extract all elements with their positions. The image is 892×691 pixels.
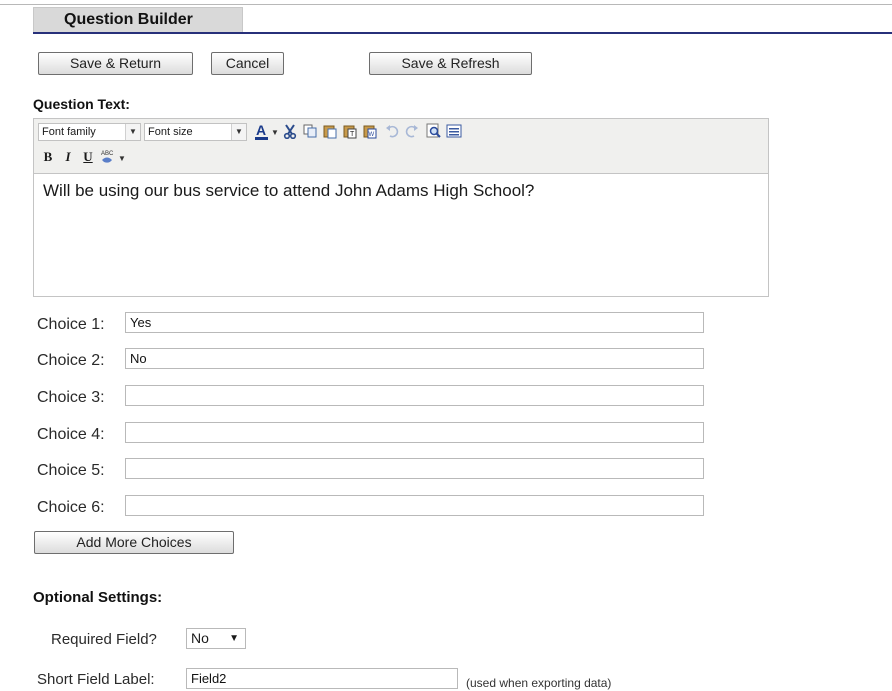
short-field-label: Short Field Label: (37, 671, 155, 688)
choice-1-input[interactable] (125, 312, 704, 333)
editor-toolbar: Font family ▼ Font size ▼ A ▼ T W B I U … (34, 119, 768, 174)
bold-icon[interactable]: B (40, 149, 56, 165)
page-title: Question Builder (64, 11, 193, 28)
svg-text:▼: ▼ (271, 128, 278, 137)
choice-2-input[interactable] (125, 348, 704, 369)
undo-icon[interactable] (384, 123, 400, 139)
required-field-value: No (191, 630, 209, 646)
choice-4-input[interactable] (125, 422, 704, 443)
font-size-label: Font size (148, 126, 193, 138)
optional-settings-heading: Optional Settings: (33, 589, 163, 606)
spellcheck-icon[interactable]: ABC ▼ (100, 149, 126, 165)
svg-text:W: W (369, 132, 375, 138)
question-text-label: Question Text: (33, 96, 130, 112)
save-return-button[interactable]: Save & Return (38, 52, 193, 75)
font-family-select[interactable]: Font family ▼ (38, 123, 141, 141)
add-more-choices-button[interactable]: Add More Choices (34, 531, 234, 554)
choice-label-1: Choice 1: (37, 316, 105, 333)
cut-icon[interactable] (282, 123, 298, 139)
top-border (0, 4, 892, 5)
svg-text:▼: ▼ (118, 154, 126, 163)
paste-icon[interactable] (322, 123, 338, 139)
required-field-select[interactable]: No ▼ (186, 628, 246, 649)
choice-3-input[interactable] (125, 385, 704, 406)
paste-text-icon[interactable]: T (342, 123, 358, 139)
font-size-select[interactable]: Font size ▼ (144, 123, 247, 141)
header-tab: Question Builder (33, 7, 243, 32)
font-family-label: Font family (42, 126, 96, 138)
choice-label-6: Choice 6: (37, 499, 105, 516)
choice-label-2: Choice 2: (37, 352, 105, 369)
choice-5-input[interactable] (125, 458, 704, 479)
paste-word-icon[interactable]: W (362, 123, 378, 139)
choice-6-input[interactable] (125, 495, 704, 516)
text-color-icon[interactable]: A ▼ (254, 123, 278, 140)
copy-icon[interactable] (302, 123, 318, 139)
save-refresh-button[interactable]: Save & Refresh (369, 52, 532, 75)
choice-label-5: Choice 5: (37, 462, 105, 479)
svg-text:T: T (350, 131, 355, 138)
short-field-hint: (used when exporting data) (466, 676, 612, 690)
underline-icon[interactable]: U (80, 149, 96, 165)
choice-label-3: Choice 3: (37, 389, 105, 406)
rich-text-editor: Font family ▼ Font size ▼ A ▼ T W B I U … (33, 118, 769, 297)
svg-text:ABC: ABC (101, 151, 114, 157)
italic-icon[interactable]: I (60, 149, 76, 165)
chevron-down-icon: ▼ (125, 124, 140, 140)
short-field-input[interactable] (186, 668, 458, 689)
redo-icon[interactable] (404, 123, 420, 139)
question-text-content[interactable]: Will be using our bus service to attend … (43, 181, 534, 201)
find-icon[interactable] (426, 123, 442, 139)
required-field-label: Required Field? (51, 631, 157, 648)
chevron-down-icon: ▼ (231, 124, 246, 140)
choice-label-4: Choice 4: (37, 426, 105, 443)
chevron-down-icon: ▼ (229, 633, 239, 644)
svg-text:A: A (256, 123, 266, 138)
select-all-icon[interactable] (446, 123, 462, 139)
cancel-button[interactable]: Cancel (211, 52, 284, 75)
header-divider (33, 32, 892, 34)
